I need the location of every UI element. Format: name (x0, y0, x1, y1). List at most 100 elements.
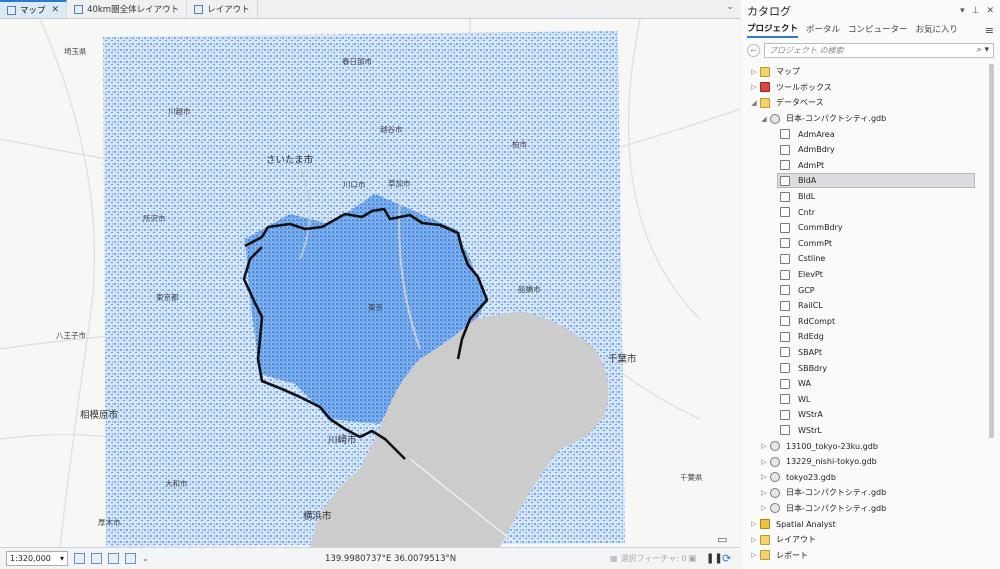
tree-item[interactable]: RailCL (741, 298, 989, 314)
expand-caret-icon[interactable]: ▷ (750, 551, 758, 559)
tree-item[interactable]: ▷ Spatial Analyst (741, 516, 989, 532)
tree-item[interactable]: AdmBdry (741, 142, 989, 158)
feature-class-icon (780, 331, 790, 342)
tree-item[interactable]: AdmPt (741, 158, 989, 174)
pane-controls: ▾ ⊥ ✕ (960, 6, 994, 16)
feature-class-icon (780, 409, 790, 420)
expand-caret-icon[interactable]: ▷ (760, 504, 768, 512)
tree-item[interactable]: ▷ 日本-コンパクトシティ.gdb (741, 501, 989, 517)
tree-item[interactable]: SBAPt (741, 345, 989, 361)
tree-item[interactable]: ▷ 日本-コンパクトシティ.gdb (741, 485, 989, 501)
expand-caret-icon[interactable]: ▷ (760, 489, 768, 497)
selected-features[interactable]: ▦ 選択フィーチャ: 0 (610, 553, 687, 564)
close-icon[interactable]: ✕ (52, 5, 60, 15)
tree-item[interactable]: ◢ 日本-コンパクトシティ.gdb (741, 111, 989, 127)
tree-item-label: BldA (798, 176, 817, 186)
search-input[interactable]: プロジェクト の検索 ⌕ ▾ (764, 42, 994, 58)
tree-item[interactable]: BldA (741, 173, 989, 189)
scrollbar[interactable] (989, 64, 994, 438)
navigation-icon[interactable] (125, 553, 136, 564)
feature-class-icon (780, 300, 790, 311)
grid-icon[interactable] (91, 553, 102, 564)
tab-label: 40km圏全体レイアウト (87, 5, 180, 15)
tree-item-label: レイアウト (776, 535, 816, 545)
map-units-icon[interactable] (74, 553, 85, 564)
feature-class-icon (780, 363, 790, 374)
pause-icon[interactable]: ❚❚ (706, 553, 723, 564)
tab-project[interactable]: プロジェクト (747, 22, 799, 38)
tree-item[interactable]: ▷ 13229_nishi-tokyo.gdb (741, 454, 989, 470)
tree-item[interactable]: BldL (741, 189, 989, 205)
tree-item[interactable]: ElevPt (741, 267, 989, 283)
tab-portal[interactable]: ポータル (806, 23, 840, 37)
tree-item[interactable]: WA (741, 376, 989, 392)
collapse-caret-icon[interactable]: ◢ (760, 115, 768, 123)
tree-item-label: 13100_tokyo-23ku.gdb (786, 441, 878, 451)
refresh-icon[interactable]: ⟳ (722, 552, 731, 565)
expand-caret-icon[interactable]: ▷ (760, 442, 768, 450)
scale-selector[interactable]: 1:320,000 ▾ (6, 551, 68, 566)
map-canvas[interactable]: 埼玉県 春日部市 川越市 越谷市 柏市 さいたま市 川口市 草加市 所沢市 船橋… (0, 19, 740, 547)
tree-item-label: 13229_nishi-tokyo.gdb (786, 457, 877, 467)
place-label: 東京 (368, 303, 383, 312)
tree-item[interactable]: ▷ マップ (741, 64, 989, 80)
tree-item[interactable]: Cstline (741, 251, 989, 267)
back-icon[interactable]: ← (747, 43, 760, 57)
expand-caret-icon[interactable]: ▷ (750, 536, 758, 544)
tree-item[interactable]: ▷ tokyo23.gdb (741, 469, 989, 485)
tree-item[interactable]: ▷ 13100_tokyo-23ku.gdb (741, 438, 989, 454)
layout-icon (74, 4, 84, 14)
tree-item[interactable]: CommBdry (741, 220, 989, 236)
place-label: 八王子市 (56, 331, 86, 340)
tree-item[interactable]: ▷ レポート (741, 547, 989, 563)
tree-item[interactable]: AdmArea (741, 126, 989, 142)
tree-item[interactable]: Cntr (741, 204, 989, 220)
feature-class-icon (780, 129, 790, 140)
tree-item-label: AdmBdry (798, 145, 835, 155)
feature-class-icon (780, 175, 790, 186)
tab-layout-40km[interactable]: 40km圏全体レイアウト (67, 0, 188, 18)
refresh-table-icon[interactable]: ▣ (688, 554, 697, 564)
map-graphic (0, 19, 740, 547)
search-icon[interactable]: ⌕ ▾ (977, 45, 989, 55)
tree-item[interactable]: ◢ データベース (741, 95, 989, 111)
tree-item[interactable]: CommPt (741, 236, 989, 252)
expand-caret-icon[interactable]: ▷ (750, 83, 758, 91)
gdb-icon (770, 113, 780, 124)
analyst-icon (760, 519, 770, 530)
tab-computer[interactable]: コンピューター (848, 23, 908, 37)
expand-caret-icon[interactable]: ▷ (760, 473, 768, 481)
tree-item[interactable]: WStrA (741, 407, 989, 423)
tab-layout[interactable]: レイアウト (187, 0, 258, 18)
feature-class-icon (780, 347, 790, 358)
place-label: さいたま市 (266, 155, 314, 166)
expand-caret-icon[interactable]: ▷ (750, 520, 758, 528)
place-label: 柏市 (512, 140, 527, 149)
tree-item[interactable]: SBBdry (741, 360, 989, 376)
snapping-icon[interactable] (108, 553, 119, 564)
tree-item[interactable]: ▷ レイアウト (741, 532, 989, 548)
chevron-down-icon[interactable]: ▾ (960, 6, 965, 16)
close-icon[interactable]: ✕ (986, 6, 994, 16)
chevron-down-icon[interactable]: ⌄ (142, 554, 149, 563)
feature-class-icon (780, 269, 790, 280)
collapse-caret-icon[interactable]: ◢ (750, 99, 758, 107)
tree-item[interactable]: WStrL (741, 423, 989, 439)
catalog-header: カタログ ▾ ⊥ ✕ (741, 0, 1000, 22)
expand-caret-icon[interactable]: ▷ (750, 68, 758, 76)
catalog-pane: カタログ ▾ ⊥ ✕ プロジェクト ポータル コンピューター お気に入り ≡ ←… (741, 0, 1000, 569)
tree-item[interactable]: RdEdg (741, 329, 989, 345)
catalog-tabs: プロジェクト ポータル コンピューター お気に入り ≡ (741, 22, 1000, 38)
chat-icon[interactable]: ▭ (717, 533, 727, 546)
tree-item[interactable]: WL (741, 391, 989, 407)
expand-caret-icon[interactable]: ▷ (760, 458, 768, 466)
tab-map[interactable]: マップ ✕ (0, 0, 68, 18)
tree-item[interactable]: ▷ ツールボックス (741, 80, 989, 96)
tree-item[interactable]: RdCompt (741, 314, 989, 330)
menu-icon[interactable]: ≡ (985, 24, 994, 37)
pin-icon[interactable]: ⊥ (972, 6, 980, 16)
tree-item[interactable]: GCP (741, 282, 989, 298)
tab-favorites[interactable]: お気に入り (916, 23, 959, 37)
coordinate-readout: 139.9980737°E 36.0079513°N (325, 553, 457, 564)
chevron-down-icon[interactable]: ⌄ (726, 2, 734, 12)
